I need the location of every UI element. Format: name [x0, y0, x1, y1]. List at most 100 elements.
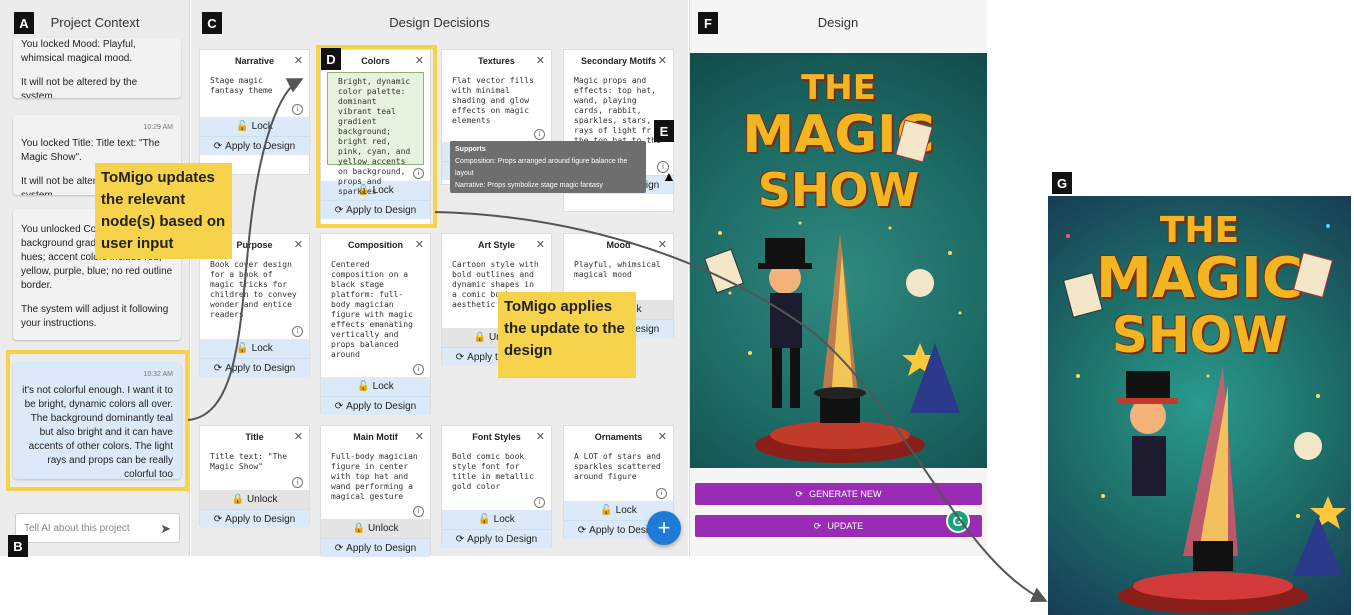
close-icon[interactable]: ✕	[536, 430, 545, 443]
chat-input[interactable]: Tell AI about this project ➤	[15, 513, 180, 543]
badge-f: F	[698, 12, 718, 34]
info-icon[interactable]: i	[292, 477, 303, 488]
card-body: Book cover design for a book of magic tr…	[210, 260, 302, 319]
close-icon[interactable]: ✕	[658, 54, 667, 67]
close-icon[interactable]: ✕	[536, 54, 545, 67]
lock-button[interactable]: 🔓Lock	[321, 377, 430, 396]
tooltip-line: Narrative: Props symbolize stage magic f…	[455, 182, 603, 189]
info-icon[interactable]: i	[534, 129, 545, 140]
chat-message-text: You locked Title: Title text: "The Magic…	[21, 138, 160, 163]
apply-button[interactable]: ⟳Apply to Design	[200, 509, 309, 528]
close-icon[interactable]: ✕	[415, 430, 424, 443]
badge-g: G	[1052, 172, 1072, 194]
card-title: Main Motif	[353, 432, 398, 442]
card-title: Purpose	[236, 240, 273, 250]
info-icon[interactable]: i	[656, 488, 667, 499]
apply-button[interactable]: ⟳Apply to Design	[200, 358, 309, 377]
apply-label: Apply to Design	[346, 542, 417, 554]
lock-label: Lock	[493, 514, 515, 525]
apply-label: Apply to Design	[225, 140, 296, 152]
sync-icon: ⟳	[795, 488, 804, 499]
sync-icon: ⟳	[334, 542, 344, 554]
sync-icon: ⟳	[213, 362, 223, 374]
info-icon[interactable]: i	[413, 506, 424, 517]
chat-message-text: You locked Mood: Playful, whimsical magi…	[21, 39, 136, 64]
card-title: Narrative	[234, 56, 275, 66]
lock-icon: 🔓	[600, 505, 613, 516]
apply-button[interactable]: ⟳Apply to Design	[442, 529, 551, 548]
card-body: Bold comic book style font for title in …	[452, 452, 539, 491]
generate-new-button[interactable]: ⟳ GENERATE NEW	[695, 483, 982, 505]
sync-icon: ⟳	[334, 400, 344, 412]
plus-icon: +	[657, 515, 671, 540]
close-icon[interactable]: ✕	[294, 238, 303, 251]
lock-icon: 🔓	[236, 343, 249, 354]
card-body: Full-body magician figure in center with…	[331, 452, 423, 501]
apply-label: Apply to Design	[467, 533, 538, 545]
updated-design-image: THE MAGIC SHOW	[1048, 196, 1351, 615]
info-icon[interactable]: i	[292, 326, 303, 337]
apply-label: Apply to Design	[225, 362, 296, 374]
chat-message-text: The system will adjust it following your…	[21, 304, 169, 329]
add-card-button[interactable]: +	[647, 511, 681, 545]
design-preview[interactable]: THE MAGIC SHOW	[690, 53, 987, 468]
apply-button[interactable]: ⟳Apply to Design	[321, 538, 430, 557]
unlock-label: Unlock	[367, 523, 399, 534]
cursor-icon: ▲	[662, 168, 676, 184]
update-button[interactable]: ⟳ UPDATE	[695, 515, 982, 537]
card-title: Art Style	[477, 240, 515, 250]
lock-button[interactable]: 🔓Lock	[200, 117, 309, 136]
card-font-styles[interactable]: Font Styles ✕ Bold comic book style font …	[441, 425, 552, 548]
lock-icon: 🔒	[352, 523, 365, 534]
card-body: Stage magic fantasy theme	[210, 76, 273, 95]
card-title[interactable]: Title ✕ Title text: "The Magic Show" i 🔒 Un…	[199, 425, 310, 528]
callout-applies: ToMigo applies the update to the design	[498, 292, 636, 378]
badge-b: B	[8, 535, 28, 557]
unlock-button[interactable]: 🔒Unlock	[200, 490, 309, 509]
apply-button[interactable]: ⟳Apply to Design	[200, 136, 309, 155]
apply-label: Apply to Design	[346, 400, 417, 412]
lock-label: Lock	[251, 343, 273, 354]
lock-button[interactable]: 🔓Lock	[442, 510, 551, 529]
supports-tooltip: Supports Composition: Props arranged aro…	[450, 141, 646, 193]
card-composition[interactable]: Composition ✕ Centered composition on a b…	[320, 233, 431, 415]
magician-illustration	[704, 119, 962, 463]
card-body: A LOT of stars and sparkles scattered ar…	[574, 452, 666, 481]
chat-message: You locked Mood: Playful, whimsical magi…	[13, 38, 181, 98]
lock-label: Lock	[372, 381, 394, 392]
sync-icon: ⟳	[213, 513, 223, 525]
apply-label: Apply to Design	[225, 513, 296, 525]
close-icon[interactable]: ✕	[536, 238, 545, 251]
close-icon[interactable]: ✕	[658, 238, 667, 251]
user-message-highlight	[6, 350, 189, 491]
send-icon[interactable]: ➤	[160, 521, 171, 537]
close-icon[interactable]: ✕	[294, 54, 303, 67]
card-body: Playful, whimsical magical mood	[574, 260, 666, 279]
info-icon[interactable]: i	[292, 104, 303, 115]
generate-label: GENERATE NEW	[809, 489, 882, 499]
close-icon[interactable]: ✕	[294, 430, 303, 443]
sync-icon: ⟳	[577, 524, 587, 536]
info-icon[interactable]: i	[413, 364, 424, 375]
lock-icon: 🔓	[236, 121, 249, 132]
callout-updates: ToMigo updates the relevant node(s) base…	[95, 163, 232, 259]
close-icon[interactable]: ✕	[658, 430, 667, 443]
sync-icon: ⟳	[455, 351, 465, 363]
card-title: Mood	[606, 240, 631, 250]
colors-card-highlight	[316, 45, 437, 228]
unlock-button[interactable]: 🔒Unlock	[321, 519, 430, 538]
sync-icon: ⟳	[813, 520, 822, 531]
info-icon[interactable]: i	[534, 497, 545, 508]
card-main-motif[interactable]: Main Motif ✕ Full-body magician figure in…	[320, 425, 431, 557]
apply-button[interactable]: ⟳Apply to Design	[321, 396, 430, 415]
card-body: Title text: "The Magic Show"	[210, 452, 292, 471]
unlock-label: Unlock	[246, 494, 278, 505]
lock-icon: 🔓	[478, 514, 491, 525]
badge-a: A	[14, 12, 34, 34]
update-label: UPDATE	[827, 521, 864, 531]
card-narrative[interactable]: Narrative ✕ Stage magic fantasy theme i 🔓 L…	[199, 49, 310, 175]
panel-title-decisions: Design Decisions	[389, 14, 490, 30]
close-icon[interactable]: ✕	[415, 238, 424, 251]
lock-button[interactable]: 🔓Lock	[200, 339, 309, 358]
grammarly-badge[interactable]: G	[946, 509, 970, 533]
